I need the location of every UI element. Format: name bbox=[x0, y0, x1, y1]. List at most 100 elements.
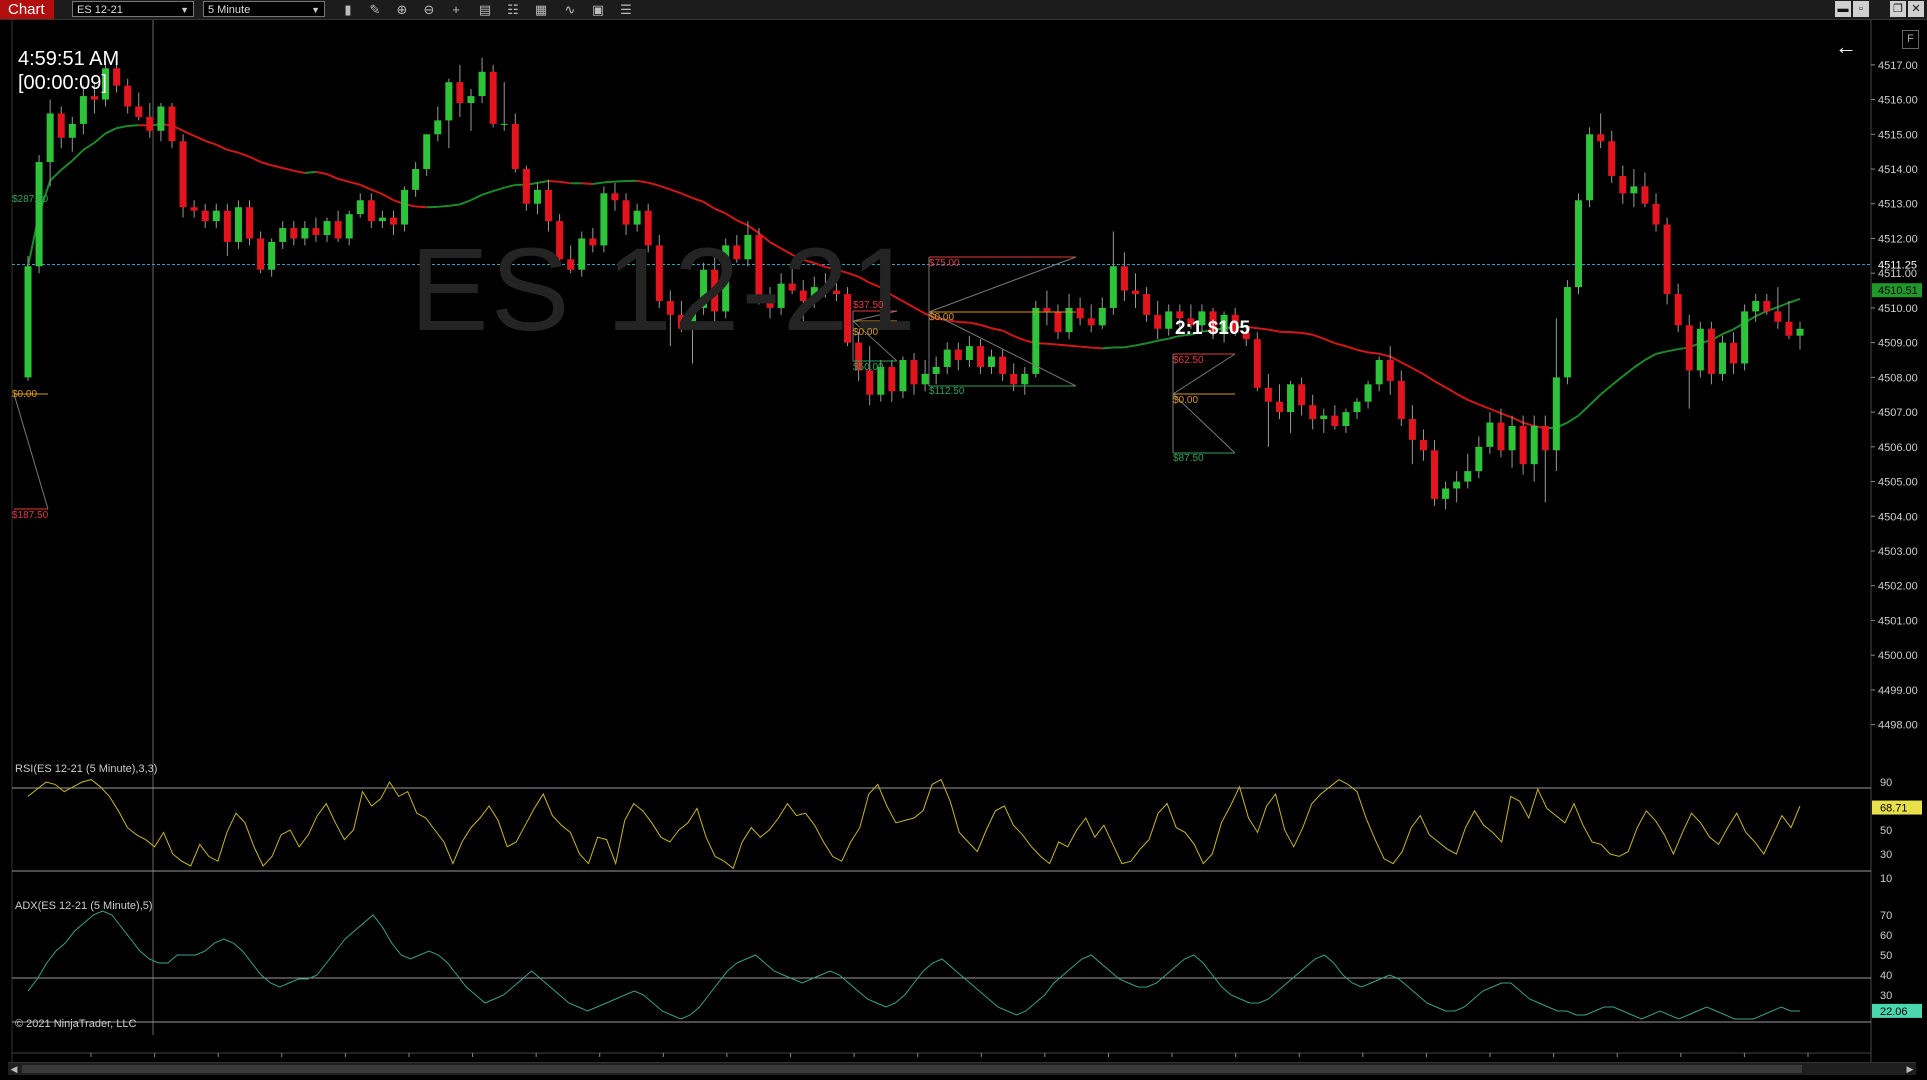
templates-icon[interactable]: ☰ bbox=[617, 1, 635, 18]
candle-body bbox=[24, 266, 32, 378]
restore-icon[interactable]: ❐ bbox=[1890, 1, 1906, 17]
candle-body bbox=[1508, 425, 1516, 451]
back-arrow-icon[interactable]: ← bbox=[1835, 34, 1857, 60]
sma-line-segment bbox=[93, 132, 107, 144]
candle-body bbox=[1752, 300, 1760, 312]
sma-line-segment bbox=[1290, 331, 1302, 334]
zoom-out-icon[interactable]: ⊖ bbox=[420, 1, 438, 18]
chart-canvas[interactable]: 4517.00 4516.00 4515.00 4514.00 4513.00 4512.… bbox=[0, 20, 1927, 1062]
instrument-selector-value: ES 12-21 bbox=[77, 4, 123, 16]
properties-icon[interactable]: ☷ bbox=[504, 1, 522, 18]
price-axis-label: 4506.00 bbox=[1878, 442, 1918, 454]
candle-body bbox=[1320, 415, 1328, 420]
candle-body bbox=[1408, 419, 1416, 440]
candle-body bbox=[533, 189, 541, 204]
sma-line-segment bbox=[1644, 352, 1657, 361]
adx-line bbox=[27, 910, 1800, 1020]
sma-line-segment bbox=[315, 170, 328, 176]
candle-body bbox=[312, 228, 320, 235]
candle-body bbox=[301, 228, 309, 239]
strategies-icon[interactable]: ∿ bbox=[561, 1, 579, 18]
rsi-axis-label: 90 bbox=[1880, 777, 1892, 789]
pl-label: $50.00 bbox=[853, 362, 884, 373]
instrument-selector[interactable]: ES 12-21 ▼ bbox=[72, 1, 194, 17]
scroll-right-icon[interactable]: ▶ bbox=[1904, 1063, 1916, 1075]
candle-body bbox=[1774, 311, 1782, 322]
indicators-icon[interactable]: ▣ bbox=[589, 1, 607, 18]
pl-label: $0.00 bbox=[853, 327, 879, 338]
scroll-thumb[interactable] bbox=[22, 1065, 1802, 1073]
sma-line-segment bbox=[714, 207, 727, 215]
candle-body bbox=[1010, 373, 1018, 385]
minimize-icon[interactable]: ▬ bbox=[1835, 1, 1851, 17]
candle-body bbox=[866, 370, 874, 395]
adx-axis-label: 70 bbox=[1880, 910, 1892, 922]
candle-body bbox=[1763, 300, 1771, 312]
sma-line-segment bbox=[503, 183, 516, 189]
sma-line-segment bbox=[681, 192, 693, 199]
pl-label: $187.50 bbox=[12, 510, 49, 521]
sma-line-segment bbox=[1400, 361, 1413, 370]
adx-value-label: 22.06 bbox=[1880, 1006, 1908, 1018]
candle-body bbox=[888, 366, 896, 392]
rsi-value-label: 68.71 bbox=[1880, 803, 1908, 815]
candle-body bbox=[522, 169, 530, 204]
candle-body bbox=[467, 96, 475, 104]
sma-line-segment bbox=[1456, 393, 1469, 401]
candle-body bbox=[401, 189, 409, 225]
crosshair-icon[interactable]: + bbox=[447, 1, 465, 18]
trade-annotation: 2:1 $105 bbox=[1175, 318, 1251, 339]
adx-axis-label: 30 bbox=[1880, 990, 1892, 1002]
price-axis-label: 4503.00 bbox=[1878, 546, 1918, 558]
candle-body bbox=[212, 210, 220, 222]
sma-price-label: 4510.51 bbox=[1878, 285, 1918, 297]
instrument-watermark: ES 12-21 bbox=[410, 224, 918, 356]
sma-line-segment bbox=[548, 180, 560, 183]
sma-line-segment bbox=[1511, 416, 1524, 424]
price-axis-label: 4516.00 bbox=[1878, 95, 1918, 107]
candle-body bbox=[1796, 328, 1804, 336]
candle-body bbox=[1730, 342, 1738, 364]
close-icon[interactable]: ✕ bbox=[1908, 1, 1924, 17]
bar-type-icon[interactable]: ▮ bbox=[339, 1, 357, 18]
tile-icon[interactable]: ▫ bbox=[1853, 1, 1869, 17]
sma-line-segment bbox=[1500, 412, 1513, 419]
candle-body bbox=[378, 217, 386, 222]
sma-line-segment bbox=[448, 203, 461, 207]
rsi-axis-label: 50 bbox=[1880, 825, 1892, 837]
candle-body bbox=[1652, 203, 1660, 225]
zoom-in-icon[interactable]: ⊕ bbox=[393, 1, 411, 18]
f-button[interactable]: F bbox=[1902, 30, 1919, 49]
drawing-tools-icon[interactable]: ✎ bbox=[366, 1, 384, 18]
sma-line-segment bbox=[636, 179, 649, 184]
sma-line-segment bbox=[1755, 310, 1768, 318]
sma-line-segment bbox=[1588, 393, 1602, 406]
candle-body bbox=[622, 200, 630, 225]
candle-body bbox=[1785, 321, 1793, 336]
sma-line-segment bbox=[1655, 350, 1668, 355]
interval-selector[interactable]: 5 Minute ▼ bbox=[203, 1, 325, 17]
candle-body bbox=[1541, 425, 1549, 451]
rsi-axis-label: 30 bbox=[1880, 849, 1892, 861]
current-price-label: 4511.25 bbox=[1878, 260, 1917, 272]
pl-label: $0.00 bbox=[12, 389, 38, 400]
price-axis-label: 4510.00 bbox=[1878, 303, 1918, 315]
candle-body bbox=[1575, 200, 1582, 288]
sma-line-segment bbox=[647, 181, 660, 187]
candle-body bbox=[1442, 488, 1450, 499]
data-box-icon[interactable]: ▤ bbox=[476, 1, 494, 18]
candle-body bbox=[367, 200, 375, 222]
chart-tab[interactable]: Chart bbox=[0, 0, 54, 19]
chart-style-icon[interactable]: ▦ bbox=[532, 1, 550, 18]
sma-line-segment bbox=[1577, 404, 1591, 417]
rsi-panel-label: RSI(ES 12-21 (5 Minute),3,3) bbox=[15, 763, 158, 775]
candle-body bbox=[46, 113, 54, 163]
sma-line-segment bbox=[1722, 328, 1734, 336]
price-axis-label: 4498.00 bbox=[1878, 720, 1918, 732]
candle-body bbox=[921, 373, 929, 385]
candle-body bbox=[334, 221, 342, 239]
scroll-left-icon[interactable]: ◀ bbox=[8, 1063, 20, 1075]
candle-body bbox=[1120, 266, 1128, 291]
sma-line-segment bbox=[1068, 344, 1081, 348]
horizontal-scrollbar[interactable]: ◀ ▶ bbox=[8, 1062, 1916, 1075]
